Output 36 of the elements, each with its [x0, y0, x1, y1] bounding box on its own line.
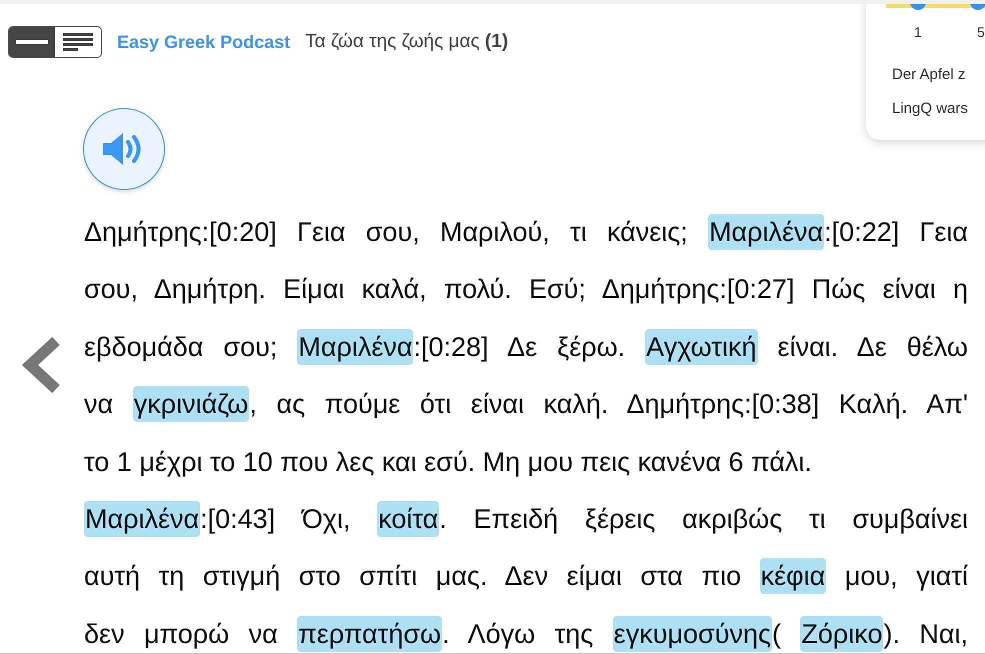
highlighted-word[interactable]: κέφια: [760, 558, 826, 594]
single-line-view-button[interactable]: [9, 27, 55, 57]
transcript-text: :[0:28] Δε ξέρω.: [413, 332, 626, 362]
transcript-text: μου, γιατί: [844, 561, 968, 592]
transcript-text: (: [772, 618, 782, 649]
audio-button[interactable]: [83, 108, 165, 190]
count-label: 1: [914, 24, 922, 40]
lesson-title: Τα ζώα της ζωής μας (1): [305, 31, 508, 53]
transcript-text: σου, Δημήτρη. Είμαι καλά, πολύ. Εσύ; Δημήτρης:[0:27] Πώς είναι η: [84, 274, 968, 304]
highlighted-word[interactable]: Μαριλένα: [708, 214, 824, 250]
transcript-text: αυτή τη στιγμή στο σπίτι μας. Δεν είμαι στα πιο: [84, 561, 742, 592]
highlighted-word[interactable]: Αγχωτική: [645, 328, 758, 365]
popup-text: LingQ wars: [892, 100, 968, 117]
transcript-text: . Επειδή ξέρεις ακριβώς τι συμβαίνει: [439, 504, 968, 534]
highlighted-word[interactable]: περπατήσω: [297, 616, 442, 652]
transcript-text: . Λόγω της: [442, 618, 594, 649]
transcript-text: :[0:22] Γεια: [824, 217, 968, 247]
highlighted-word[interactable]: εγκυμοσύνης: [612, 616, 772, 652]
transcript-text: :[0:43] Όχι,: [200, 504, 352, 534]
chevron-left-icon: [22, 336, 62, 392]
highlighted-word[interactable]: Ζόρικο: [800, 616, 884, 652]
transcript-text: Δημήτρης:[0:20] Γεια σου, Μαριλού, τι κάνεις;: [84, 217, 689, 247]
highlighted-word[interactable]: γκρινιάζω: [132, 386, 250, 422]
transcript-text: να: [84, 389, 114, 420]
transcript-text: το 1 μέχρι το 10 που λες και εσύ. Μη μου πεις κανένα 6 πάλι.: [84, 446, 812, 477]
popup-text: Der Apfel z: [892, 66, 966, 83]
transcript-text: ). Ναι,: [883, 618, 968, 649]
lines-icon: [63, 33, 93, 51]
highlighted-word[interactable]: Μαριλένα: [84, 500, 200, 537]
count-label: 5: [977, 24, 985, 40]
transcript-text: εβδομάδα σου;: [84, 332, 278, 362]
transcript-text: , ας πούμε ότι είναι καλή. Δημήτρης:[0:38] Καλή. Απ': [249, 389, 968, 420]
transcript-text: δεν μπορώ να: [84, 618, 279, 649]
transcript-text: είναι. Δε θέλω: [776, 332, 968, 362]
highlighted-word[interactable]: Μαριλένα: [297, 328, 414, 365]
highlighted-word[interactable]: κοίτα: [377, 500, 440, 537]
